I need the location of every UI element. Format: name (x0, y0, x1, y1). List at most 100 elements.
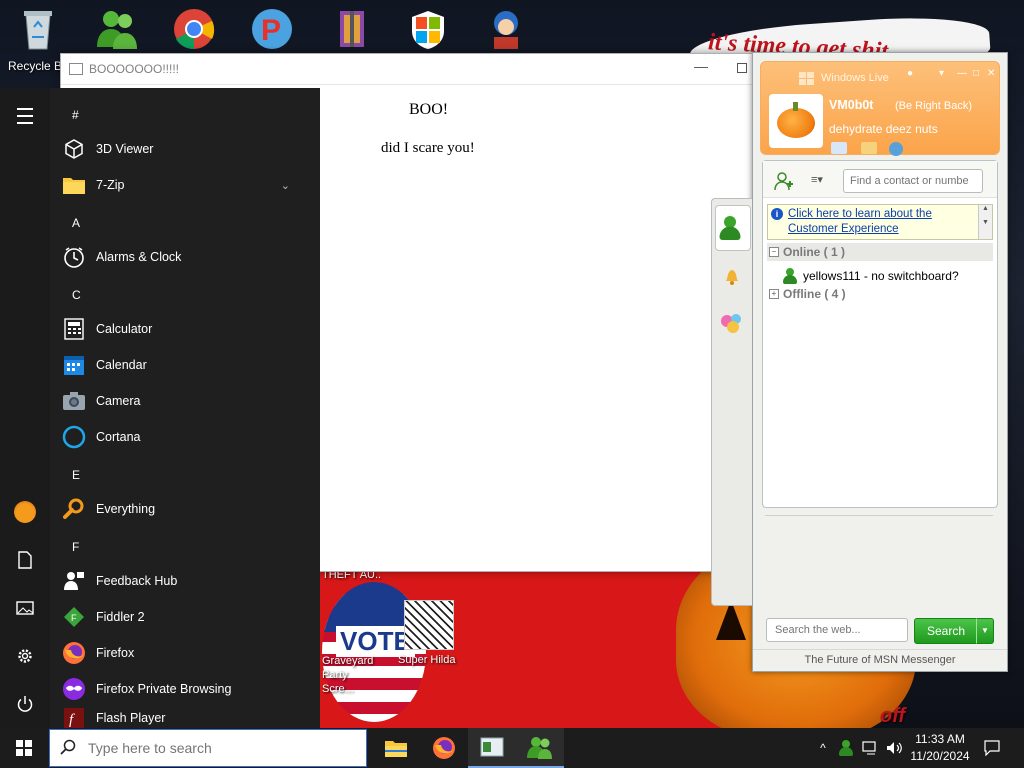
boo-heading: BOO! (409, 101, 449, 118)
p-app-shortcut-icon[interactable]: P (246, 6, 298, 52)
messenger-divider (765, 515, 993, 516)
app-label: Firefox (96, 646, 135, 660)
app-item-firefox-private[interactable]: Firefox Private Browsing (62, 672, 312, 706)
power-button[interactable] (0, 684, 50, 724)
app-item-fiddler[interactable]: F Fiddler 2 (62, 600, 312, 634)
letter-header-hash[interactable]: # (72, 108, 79, 122)
messenger-menu-button[interactable]: ▾ (939, 68, 944, 79)
documents-button[interactable] (0, 540, 50, 580)
app-item-alarms-clock[interactable]: Alarms & Clock (62, 240, 312, 274)
graveyard-party-label: Graveyard Party Scre... (322, 655, 374, 695)
list-options-button[interactable]: ≡▾ (811, 173, 823, 186)
globe-icon[interactable] (889, 142, 903, 156)
app-item-7zip[interactable]: 7-Zip ⌄ (62, 168, 312, 202)
recycle-bin-icon[interactable] (12, 6, 64, 52)
taskbar-clock[interactable]: 11:33 AM 11/20/2024 (910, 731, 970, 765)
taskbar-search-input[interactable] (49, 729, 367, 767)
letter-header-a[interactable]: A (72, 216, 80, 230)
microsoft-shortcut-icon[interactable] (402, 6, 454, 52)
svg-text:F: F (71, 613, 77, 623)
web-search-input[interactable] (766, 618, 908, 642)
letter-header-f[interactable]: F (72, 540, 79, 554)
show-hidden-icons-button[interactable]: ^ (814, 728, 832, 768)
contact-name: yellows111 - no switchboard? (803, 269, 959, 283)
messenger-shortcut-icon[interactable] (92, 6, 144, 52)
user-account-button[interactable] (0, 492, 50, 532)
letter-header-e[interactable]: E (72, 468, 80, 482)
letter-header-c[interactable]: C (72, 288, 81, 302)
info-bar: i Click here to learn about the Customer… (767, 204, 993, 240)
folder-icon (62, 173, 86, 197)
display-picture[interactable] (769, 94, 823, 148)
chevron-down-icon[interactable]: ⌄ (281, 179, 290, 192)
firefox-icon (433, 737, 455, 759)
windows-live-brand: Windows Live (821, 72, 889, 84)
group-offline[interactable]: + Offline ( 4 ) (767, 285, 993, 303)
find-contact-input[interactable] (843, 169, 983, 193)
folder-icon (385, 741, 407, 757)
game-character-shortcut-icon[interactable] (480, 6, 532, 52)
alerts-tab[interactable] (715, 253, 749, 297)
notifications-button[interactable] (978, 728, 1006, 768)
pictures-icon (16, 601, 34, 615)
window-app-icon (69, 63, 83, 75)
messenger-icon (527, 737, 552, 759)
app-item-feedback-hub[interactable]: Feedback Hub (62, 564, 312, 598)
group-offline-label: Offline ( 4 ) (783, 287, 846, 301)
contacts-tab[interactable] (715, 205, 751, 251)
display-name[interactable]: VM0b0t (829, 98, 873, 112)
app-item-everything[interactable]: Everything (62, 492, 312, 526)
magnifier-icon (62, 497, 86, 521)
people-icon[interactable]: ● (907, 68, 913, 79)
volume-icon[interactable] (884, 728, 906, 768)
mail-icon[interactable] (831, 142, 847, 154)
start-button[interactable] (0, 728, 48, 768)
emoticons-tab[interactable] (715, 301, 749, 345)
info-scrollbar[interactable]: ▲ ▼ (978, 205, 992, 239)
app-item-cortana[interactable]: Cortana (62, 420, 312, 454)
personal-message[interactable]: dehydrate deez nuts (829, 122, 938, 136)
customer-experience-link[interactable]: Click here to learn about the Customer E… (788, 207, 968, 237)
web-search-button[interactable]: Search (914, 618, 978, 644)
fiddler-icon: F (62, 605, 86, 629)
messenger-window[interactable]: Windows Live ● ▾ — □ ✕ VM0b0t (Be Right … (711, 52, 1008, 672)
app-label: Camera (96, 394, 141, 408)
app-item-calendar[interactable]: Calendar (62, 348, 312, 382)
status-text[interactable]: (Be Right Back) (895, 100, 972, 112)
expand-menu-button[interactable] (0, 96, 50, 136)
spaces-icon[interactable] (861, 142, 877, 154)
group-online[interactable]: − Online ( 1 ) (767, 243, 993, 261)
messenger-profile-header: Windows Live ● ▾ — □ ✕ VM0b0t (Be Right … (760, 61, 1000, 156)
chrome-shortcut-icon[interactable] (168, 6, 220, 52)
firefox-taskbar-button[interactable] (420, 728, 468, 768)
super-hilda-icon[interactable] (404, 600, 454, 650)
messenger-tray-icon[interactable] (836, 728, 856, 768)
boo-window-taskbar-button[interactable] (468, 728, 516, 768)
messenger-close-button[interactable]: ✕ (987, 68, 995, 79)
app-item-calculator[interactable]: Calculator (62, 312, 312, 346)
app-item-camera[interactable]: Camera (62, 384, 312, 418)
app-label: Everything (96, 502, 156, 516)
search-icon (60, 739, 76, 755)
window-app-icon (480, 737, 504, 757)
maximize-button[interactable] (737, 63, 747, 73)
file-explorer-taskbar-button[interactable] (372, 728, 420, 768)
super-hilda-label: Super Hilda (398, 654, 456, 666)
network-icon[interactable] (860, 728, 882, 768)
boo-title-bar[interactable]: BOOOOOOO!!!!! — (61, 54, 761, 85)
app-item-firefox[interactable]: Firefox (62, 636, 312, 670)
messenger-taskbar-button[interactable] (516, 728, 564, 768)
search-dropdown-button[interactable]: ▼ (976, 618, 994, 644)
firefox-icon (62, 641, 86, 665)
minimize-button[interactable]: — (691, 58, 711, 78)
buddy-icon (719, 216, 741, 240)
settings-button[interactable] (0, 636, 50, 676)
app-item-flash-player[interactable]: f Flash Player (62, 708, 312, 728)
messenger-minimize-button[interactable]: — (957, 68, 967, 79)
add-contact-icon[interactable] (773, 171, 795, 191)
winrar-shortcut-icon[interactable] (326, 6, 378, 52)
app-item-3d-viewer[interactable]: 3D Viewer (62, 132, 312, 166)
pictures-button[interactable] (0, 588, 50, 628)
messenger-maximize-button[interactable]: □ (973, 68, 979, 79)
contact-item[interactable]: yellows111 - no switchboard? (783, 268, 959, 284)
